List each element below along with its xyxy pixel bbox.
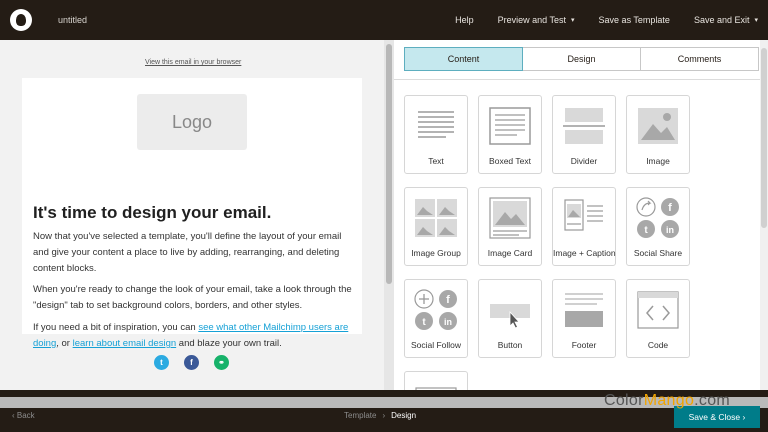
editor-tabs: Content Design Comments [404,47,759,71]
chevron-down-icon: ▾ [754,17,758,24]
email-body-card[interactable]: Logo It's time to design your email. Now… [22,78,362,349]
tab-design[interactable]: Design [523,47,641,71]
preview-test-menu[interactable]: Preview and Test ▾ [498,15,575,25]
svg-text:in: in [666,225,674,235]
back-button[interactable]: ‹ Back [12,411,35,420]
block-footer[interactable]: Footer [552,279,616,358]
email-paragraph-3: If you need a bit of inspiration, you ca… [33,320,353,352]
block-label: Boxed Text [489,156,531,166]
svg-text:in: in [444,317,452,327]
block-label: Image Group [411,248,461,258]
email-paragraph-1: Now that you've selected a template, you… [33,231,342,274]
blocks-scrollbar[interactable] [760,40,768,390]
boxed-text-icon [486,104,534,148]
link-icon[interactable]: ⚭ [214,355,229,370]
block-divider[interactable]: Divider [552,95,616,174]
email-design-link[interactable]: learn about email design [73,338,177,349]
watermark: ColorMango.com [604,392,730,410]
preview-scrollbar[interactable] [384,40,394,390]
save-and-exit-label: Save and Exit [693,15,750,25]
save-and-exit-menu[interactable]: Save and Exit ▾ [694,15,758,25]
image-caption-icon [560,196,608,240]
logo-placeholder[interactable]: Logo [137,94,247,150]
email-paragraph-2: When you're ready to change the look of … [33,284,352,311]
social-share-icon: f t in [634,196,682,240]
image-icon [634,104,682,148]
watermark-part-1: Color [604,392,644,409]
tab-content[interactable]: Content [404,47,523,71]
p3-text-c: and blaze your own trail. [176,338,282,349]
watermark-part-2: Mango [643,392,695,409]
footer-icon [560,288,608,332]
button-block-icon [486,288,534,332]
twitter-icon[interactable]: t [154,355,169,370]
block-image-group[interactable]: Image Group [404,187,468,266]
document-title[interactable]: untitled [58,15,87,25]
tabs-divider [394,79,768,80]
preview-scrollbar-thumb[interactable] [386,44,392,284]
tab-comments[interactable]: Comments [641,47,759,71]
text-block-icon [412,104,460,148]
content-blocks-pane: Content Design Comments Text Boxed Text … [394,40,768,390]
block-label: Image + Caption [553,248,616,258]
block-image-caption[interactable]: Image + Caption [552,187,616,266]
social-follow-icon: f t in [412,288,460,332]
divider-icon [560,104,608,148]
help-link[interactable]: Help [455,15,474,25]
video-block-icon [412,380,460,390]
top-nav: Help Preview and Test ▾ Save as Template … [455,15,768,25]
breadcrumb-template[interactable]: Template [344,411,376,420]
chevron-down-icon: ▾ [571,17,575,24]
breadcrumb-design: Design [391,411,417,420]
email-preview-pane: View this email in your browser Logo It'… [0,40,384,390]
block-label: Social Follow [410,340,462,350]
block-label: Code [647,340,669,350]
block-button[interactable]: Button [478,279,542,358]
view-in-browser-link[interactable]: View this email in your browser [145,59,241,66]
help-label: Help [455,15,474,25]
code-icon [634,288,682,332]
svg-text:f: f [446,294,450,306]
block-label: Social Share [633,248,683,258]
mailchimp-logo-icon[interactable] [10,9,32,31]
block-image-card[interactable]: Image Card [478,187,542,266]
block-label: Divider [570,156,598,166]
block-text[interactable]: Text [404,95,468,174]
top-bar: untitled Help Preview and Test ▾ Save as … [0,0,768,40]
block-label: Image [646,156,670,166]
blocks-scrollbar-thumb[interactable] [761,48,767,228]
block-social-share[interactable]: f t in Social Share [626,187,690,266]
block-social-follow[interactable]: f t in Social Follow [404,279,468,358]
image-card-icon [486,196,534,240]
block-label: Button [497,340,523,350]
block-image[interactable]: Image [626,95,690,174]
p3-text-b: , or [56,338,73,349]
block-code[interactable]: Code [626,279,690,358]
block-boxed-text[interactable]: Boxed Text [478,95,542,174]
watermark-part-3: .com [694,392,731,409]
block-label: Image Card [487,248,533,258]
block-label: Text [428,156,444,166]
preview-test-label: Preview and Test [497,15,567,25]
facebook-icon[interactable]: f [184,355,199,370]
chevron-right-icon: › [382,411,386,420]
save-as-template-button[interactable]: Save as Template [599,15,670,25]
image-group-icon [412,196,460,240]
save-as-template-label: Save as Template [598,15,670,25]
email-heading: It's time to design your email. [33,203,272,222]
block-label: Footer [571,340,597,350]
p3-text-a: If you need a bit of inspiration, you ca… [33,322,199,333]
svg-text:f: f [668,202,672,214]
block-video[interactable] [404,371,468,390]
breadcrumb: Template › Design [344,411,416,420]
